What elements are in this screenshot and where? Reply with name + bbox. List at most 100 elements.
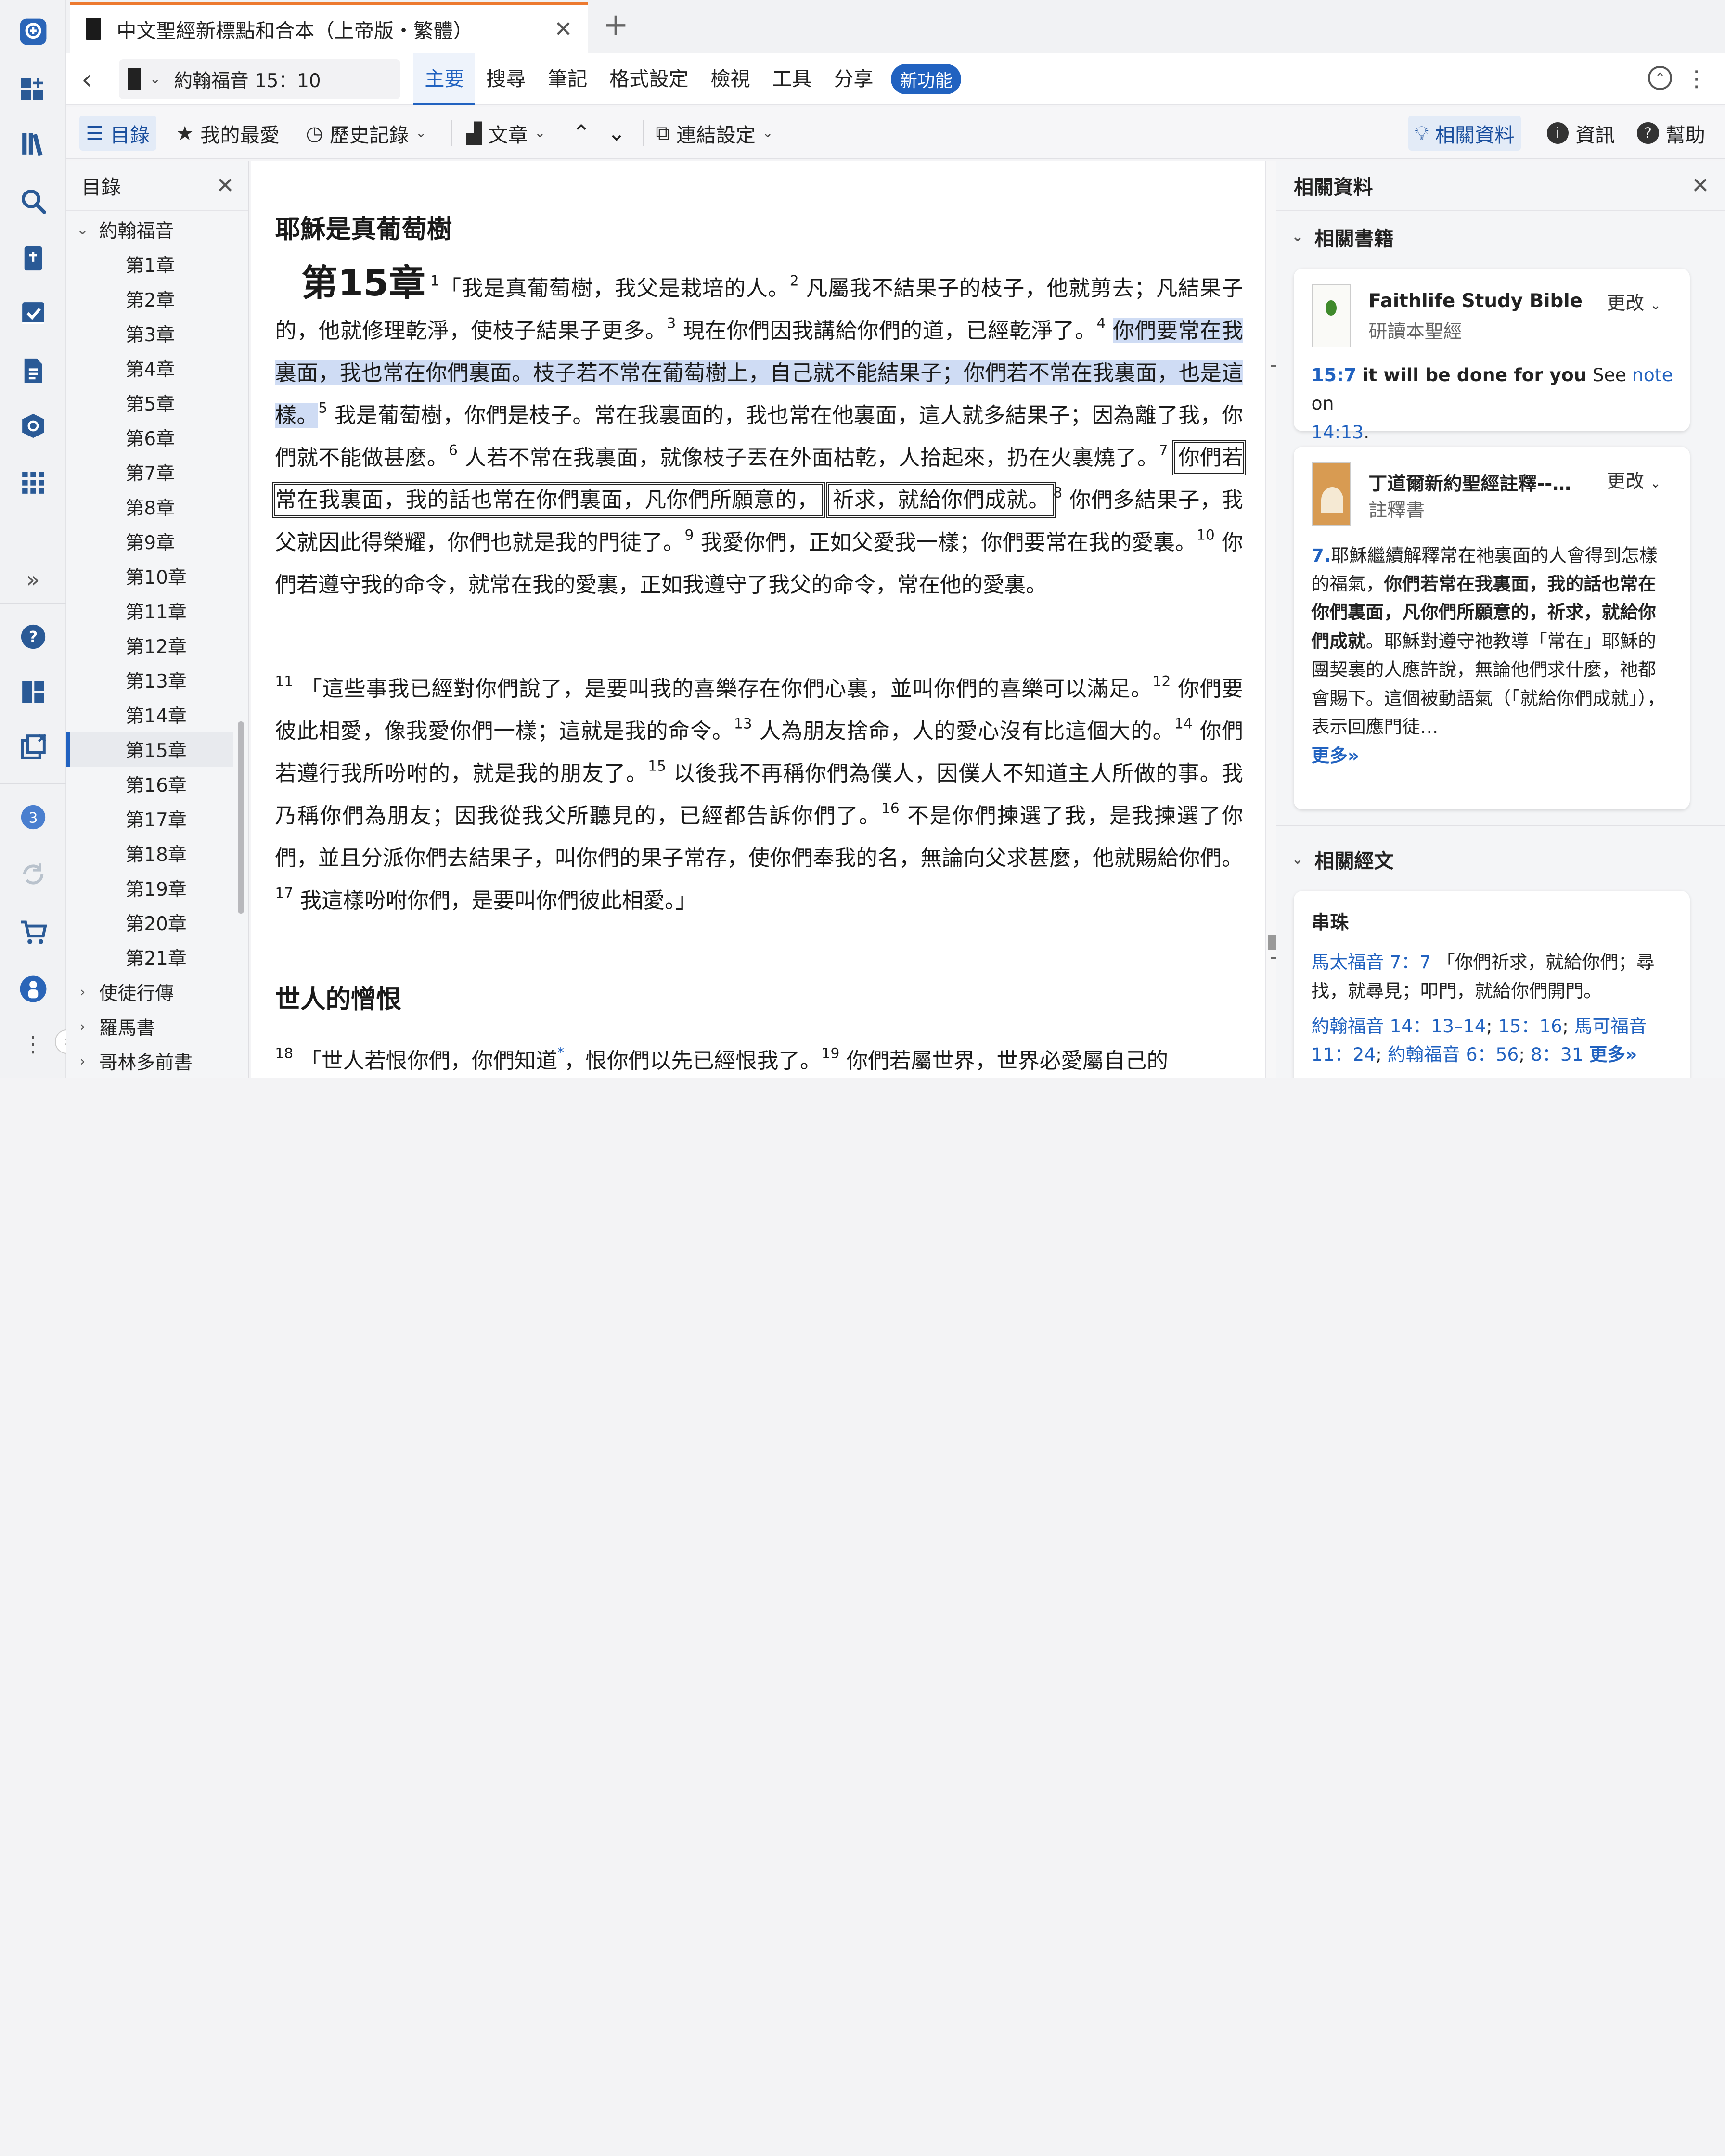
related-button[interactable]: 💡︎ 相關資料 (1408, 115, 1521, 151)
passage-text[interactable]: 11 「這些事我已經對你們說了，是要叫我的喜樂存在你們心裏，並叫你們的喜樂可以滿… (275, 667, 1243, 922)
cart-icon[interactable] (14, 913, 52, 950)
toc-book-collapsed[interactable]: › 哥林多前書 (66, 1044, 233, 1078)
more-link[interactable]: 更多» (1312, 745, 1360, 766)
boxed-verse[interactable]: 祈求，就給你們成就。 (826, 482, 1056, 518)
collapse-ribbon-icon[interactable]: ⌃ (1648, 66, 1673, 90)
more-link[interactable]: 更多» (1589, 1044, 1637, 1065)
history-button[interactable]: ◷ 歷史記錄 ⌄ (299, 116, 433, 151)
library-icon[interactable] (14, 126, 52, 163)
notifications-badge[interactable]: 3 (14, 798, 52, 836)
menu-share[interactable]: 分享 (823, 53, 884, 106)
book-card-fsb[interactable]: Faithlife Study Bible 研讀本聖經 更改 ⌄ 15:7 it… (1293, 268, 1690, 443)
close-panels-icon[interactable] (14, 728, 52, 766)
toc-chapter-item[interactable]: 第9章 (66, 524, 233, 559)
toc-chapter-item[interactable]: 第16章 (66, 767, 233, 801)
toc-chapter-item[interactable]: 第12章 (66, 628, 233, 663)
verse-link[interactable]: 約翰福音 6：56 (1388, 1044, 1519, 1065)
reference-input[interactable]: 約翰福音 15：10 (174, 66, 321, 93)
toc-chapter-item[interactable]: 第3章 (66, 316, 233, 351)
book-title[interactable]: 丁道爾新約聖經註釋--… (1368, 469, 1571, 496)
toc-book-collapsed[interactable]: › 使徒行傳 (66, 975, 233, 1009)
menu-main[interactable]: 主要 (413, 52, 476, 106)
search-icon[interactable] (14, 182, 52, 220)
verse-link[interactable]: 8：31 (1531, 1044, 1583, 1065)
new-features-badge[interactable]: 新功能 (891, 64, 962, 94)
change-book-button[interactable]: 更改 ⌄ (1607, 288, 1661, 315)
account-icon[interactable] (14, 970, 52, 1008)
more-vertical-icon[interactable]: ⋮ (14, 1025, 52, 1063)
verse[interactable]: 人為朋友捨命，人的愛心沒有比這個大的。 (760, 719, 1175, 744)
verse-link[interactable]: 14:13 (1312, 422, 1364, 443)
close-tab-icon[interactable]: ✕ (550, 16, 577, 42)
footnote-marker[interactable]: * (557, 1045, 564, 1060)
sync-icon[interactable] (14, 856, 52, 893)
favorites-button[interactable]: ★ 我的最愛 (169, 116, 286, 151)
passage-text[interactable]: 第15章 1「我是真葡萄樹，我父是栽培的人。2 凡屬我不結果子的枝子，他就剪去；凡… (272, 262, 1246, 606)
logos-home-icon[interactable] (14, 13, 52, 51)
toc-chapter-item[interactable]: 第17章 (66, 801, 233, 836)
add-panel-icon[interactable] (14, 70, 52, 108)
verse[interactable]: 「世人若恨你們，你們知道 (300, 1048, 557, 1073)
toc-chapter-item[interactable]: 第4章 (66, 351, 233, 385)
toc-chapter-item[interactable]: 第6章 (66, 420, 233, 455)
help-icon[interactable]: ? (14, 618, 52, 656)
reader-scrollbar[interactable] (1265, 160, 1277, 1078)
apps-grid-icon[interactable] (14, 464, 52, 502)
book-card-commentary[interactable]: 丁道爾新約聖經註釋--… 註釋書 更改 ⌄ 7.耶穌繼續解釋常在祂裏面的人會得到… (1293, 446, 1690, 810)
menu-format[interactable]: 格式設定 (598, 53, 699, 106)
toc-book-collapsed[interactable]: › 羅馬書 (66, 1009, 233, 1044)
more-options-icon[interactable]: ⋮ (1686, 66, 1708, 91)
toc-chapter-item[interactable]: 第18章 (66, 836, 233, 871)
atlas-icon[interactable] (14, 407, 52, 445)
toc-chapter-item[interactable]: 第7章 (66, 455, 233, 489)
workflows-icon[interactable] (14, 295, 52, 333)
info-button[interactable]: i 資訊 (1540, 116, 1622, 151)
new-tab-button[interactable]: + (603, 9, 629, 42)
toc-book-expanded[interactable]: ⌄ 約翰福音 (66, 212, 233, 247)
close-toc-icon[interactable]: ✕ (216, 173, 234, 198)
layouts-icon[interactable] (14, 673, 52, 711)
verse[interactable]: ，恨你們以先已經恨我了。 (564, 1048, 822, 1073)
toc-chapter-item[interactable]: 第20章 (66, 905, 233, 940)
text-button[interactable]: ▟ 文章 ⌄ (460, 116, 552, 151)
verse-link[interactable]: 15：16 (1498, 1015, 1563, 1037)
note-link[interactable]: note (1632, 364, 1673, 385)
help-button[interactable]: ? 幫助 (1630, 116, 1712, 151)
menu-tools[interactable]: 工具 (761, 53, 823, 106)
verse-link[interactable]: 15:7 (1312, 364, 1357, 385)
toc-chapter-item[interactable]: 第13章 (66, 663, 233, 697)
verse[interactable]: 「我是真葡萄樹，我父是栽培的人。 (439, 276, 790, 301)
prev-section-icon[interactable]: ⌃ (566, 116, 597, 151)
expand-rail-icon[interactable]: » (14, 561, 52, 599)
link-settings-button[interactable]: ⧉ 連結設定 ⌄ (649, 116, 780, 151)
toc-scrollbar[interactable] (237, 721, 245, 914)
close-related-icon[interactable]: ✕ (1691, 173, 1710, 198)
toc-chapter-item[interactable]: 第19章 (66, 871, 233, 905)
toc-chapter-item[interactable]: 第8章 (66, 489, 233, 524)
bible-reader[interactable]: 耶穌是真葡萄樹 第15章 1「我是真葡萄樹，我父是栽培的人。2 凡屬我不結果子的枝… (251, 160, 1265, 1078)
verse[interactable]: 我愛你們，正如父愛我一樣；你們要常在我的愛裏。 (701, 530, 1197, 555)
bible-icon[interactable] (14, 240, 52, 277)
verse[interactable]: 人若不常在我裏面，就像枝子丟在外面枯乾，人拾起來，扔在火裏燒了。 (465, 445, 1159, 470)
reference-box[interactable]: ⌄ 約翰福音 15：10 (118, 59, 400, 99)
toc-button[interactable]: ☰ 目錄 (79, 115, 156, 151)
verse[interactable]: 現在你們因我講給你們的道，已經乾淨了。 (683, 318, 1096, 343)
menu-search[interactable]: 搜尋 (475, 53, 537, 106)
toc-chapter-item[interactable]: 第2章 (66, 282, 233, 316)
verse[interactable]: 「這些事我已經對你們說了，是要叫我的喜樂存在你們心裏，並叫你們的喜樂可以滿足。 (300, 676, 1152, 701)
change-book-button[interactable]: 更改 ⌄ (1607, 466, 1661, 493)
verse-link[interactable]: 馬太福音 7：7 (1312, 951, 1431, 973)
menu-view[interactable]: 檢視 (699, 53, 761, 106)
toc-chapter-item[interactable]: 第10章 (66, 559, 233, 593)
verse[interactable]: 你們若屬世界，世界必愛屬自己的 (847, 1048, 1168, 1073)
toc-chapter-item[interactable]: 第11章 (66, 593, 233, 628)
toc-chapter-item[interactable]: 第5章 (66, 385, 233, 420)
book-title[interactable]: Faithlife Study Bible (1368, 290, 1583, 312)
menu-notes[interactable]: 筆記 (537, 53, 598, 106)
back-arrow-icon[interactable]: ‹ (81, 64, 92, 95)
verse[interactable]: 我這樣吩咐你們，是要叫你們彼此相愛。」 (300, 888, 696, 913)
related-books-section[interactable]: ⌄ 相關書籍 (1291, 222, 1393, 251)
chevron-down-icon[interactable]: ⌄ (150, 72, 161, 87)
toc-chapter-item[interactable]: 第15章 (66, 732, 233, 768)
tab-bible[interactable]: 中文聖經新標點和合本（上帝版・繁體） ✕ (70, 2, 588, 53)
